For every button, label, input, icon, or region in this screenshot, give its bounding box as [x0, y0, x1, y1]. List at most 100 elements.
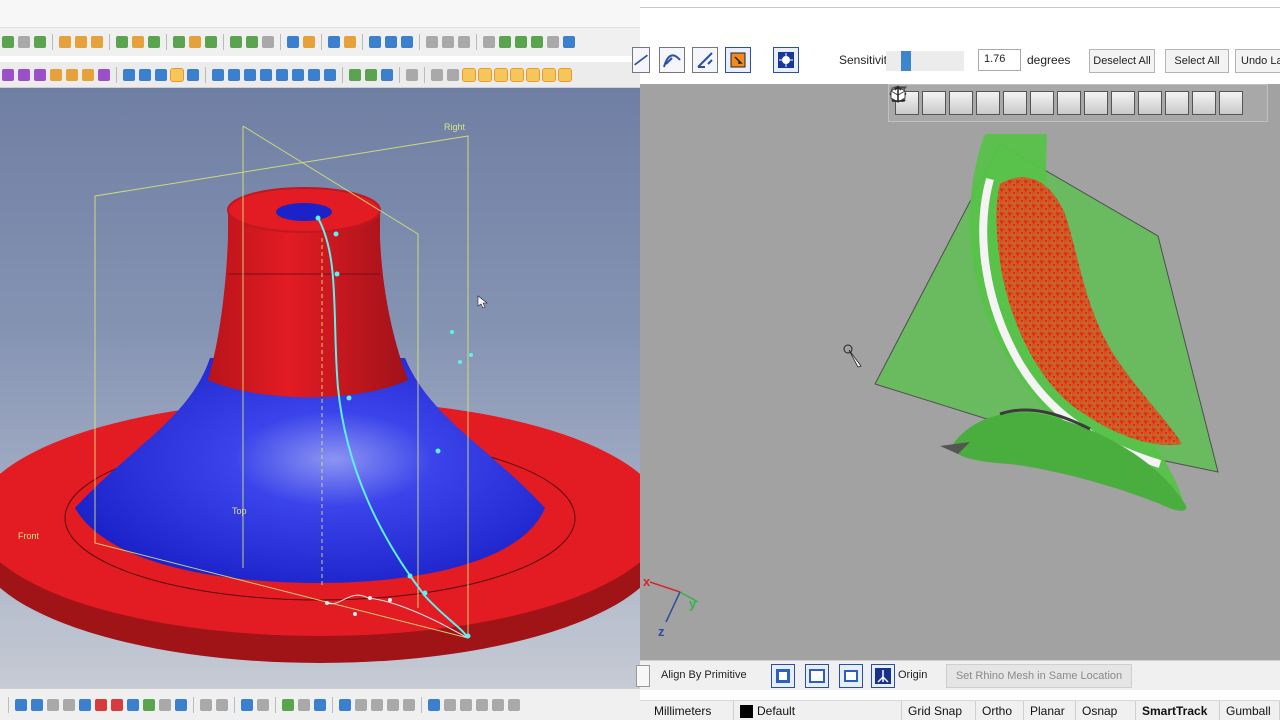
- ortho-toggle[interactable]: Ortho: [976, 701, 1024, 720]
- view-bottom-button[interactable]: [891, 87, 1189, 115]
- view-perspective-icon[interactable]: [170, 67, 184, 82]
- highlight-icon-1[interactable]: [462, 67, 476, 82]
- twist-icon[interactable]: [492, 698, 504, 711]
- xray-icon[interactable]: [276, 68, 288, 81]
- patch-tool-icon[interactable]: [148, 36, 160, 48]
- layer-on-icon[interactable]: [282, 698, 294, 711]
- group-tool-icon[interactable]: [241, 698, 253, 711]
- section-icon[interactable]: [406, 68, 418, 81]
- scale-tool-icon[interactable]: [515, 36, 527, 48]
- snap-center-icon[interactable]: [34, 68, 46, 81]
- deselect-all-button[interactable]: Deselect All: [1089, 49, 1155, 73]
- box-tool-icon[interactable]: [79, 698, 91, 711]
- view-right-icon[interactable]: [155, 68, 167, 81]
- undo-last-button[interactable]: Undo La: [1235, 49, 1280, 73]
- select-freeform-button[interactable]: [632, 47, 650, 73]
- highlight-icon-5[interactable]: [526, 67, 540, 82]
- view-front-icon[interactable]: [139, 68, 151, 81]
- set-rhino-mesh-button[interactable]: Set Rhino Mesh in Same Location: [946, 664, 1132, 688]
- layer-off-icon[interactable]: [298, 698, 310, 711]
- pen-icon[interactable]: [324, 68, 336, 81]
- view-top-button[interactable]: [889, 87, 1162, 115]
- orient-tool-icon[interactable]: [563, 36, 575, 48]
- shaded-icon[interactable]: [228, 68, 240, 81]
- extrude-tool-icon[interactable]: [59, 36, 71, 48]
- revolve-tool-icon[interactable]: [75, 36, 87, 48]
- highlight-icon-2[interactable]: [478, 67, 492, 82]
- view-top-icon[interactable]: [123, 68, 135, 81]
- zoom-button[interactable]: [890, 86, 946, 115]
- move-tool-icon[interactable]: [483, 36, 495, 48]
- copy-icon[interactable]: [387, 698, 399, 711]
- curve-tool-icon[interactable]: [2, 36, 14, 48]
- select-plane-button[interactable]: [692, 47, 718, 73]
- hide-icon[interactable]: [339, 698, 351, 711]
- view-front-button[interactable]: [891, 86, 1054, 115]
- view-axis-button[interactable]: [892, 86, 1243, 115]
- surface-tool-icon[interactable]: [143, 698, 155, 711]
- wireframe-icon[interactable]: [212, 68, 224, 81]
- flow-icon[interactable]: [460, 698, 472, 711]
- sensitivity-slider[interactable]: [886, 51, 964, 71]
- options-tool-icon[interactable]: [458, 36, 470, 48]
- array-tool-icon[interactable]: [547, 36, 559, 48]
- mesh-viewport[interactable]: x y z: [640, 84, 1280, 660]
- select-active-button[interactable]: [725, 47, 751, 73]
- line-tool-icon[interactable]: [18, 36, 30, 48]
- snap-vertex-icon[interactable]: [98, 68, 110, 81]
- units-panel[interactable]: Millimeters: [648, 701, 734, 720]
- trim-tool-icon[interactable]: [230, 36, 242, 48]
- sensitivity-value-input[interactable]: 1.76: [978, 49, 1021, 71]
- boolean-union-icon[interactable]: [287, 36, 299, 48]
- join-tool-icon[interactable]: [262, 36, 274, 48]
- box-red-tool-icon[interactable]: [95, 698, 107, 711]
- highlight-icon-6[interactable]: [542, 67, 556, 82]
- highlight-icon-3[interactable]: [494, 67, 508, 82]
- bend-icon[interactable]: [476, 698, 488, 711]
- snap-knot-icon[interactable]: [82, 68, 94, 81]
- split-tool-icon[interactable]: [246, 36, 258, 48]
- cylinder-red-tool-icon[interactable]: [111, 698, 123, 711]
- mesh-check-icon[interactable]: [349, 68, 361, 81]
- technical-icon[interactable]: [292, 68, 304, 81]
- pan-select-button[interactable]: [892, 86, 973, 115]
- boolean-difference-icon[interactable]: [303, 36, 315, 48]
- panel-handle[interactable]: [636, 665, 650, 687]
- history-icon[interactable]: [371, 698, 383, 711]
- origin-button[interactable]: [871, 664, 895, 688]
- shade-tool-icon[interactable]: [401, 36, 413, 48]
- snap-point-icon[interactable]: [50, 68, 62, 81]
- front-view-button[interactable]: [805, 664, 829, 688]
- transform-tool-icon[interactable]: [344, 36, 356, 48]
- layer-tool-icon[interactable]: [426, 36, 438, 48]
- left-3d-viewport[interactable]: Right Top Front: [0, 88, 640, 688]
- layer-panel[interactable]: Default: [734, 701, 902, 720]
- snap-end-icon[interactable]: [2, 68, 14, 81]
- ungroup-tool-icon[interactable]: [257, 698, 269, 711]
- analyze-tool-icon[interactable]: [369, 36, 381, 48]
- select-all-button[interactable]: Select All: [1165, 49, 1229, 73]
- view-iso-icon[interactable]: [187, 68, 199, 81]
- snap-mid-icon[interactable]: [18, 68, 30, 81]
- properties-tool-icon[interactable]: [442, 36, 454, 48]
- view-left-button[interactable]: [891, 86, 1108, 115]
- ghosted-icon[interactable]: [260, 68, 272, 81]
- taper-icon[interactable]: [508, 698, 520, 711]
- measure-icon[interactable]: [381, 68, 393, 81]
- explode-tool-icon[interactable]: [175, 698, 187, 711]
- dim-tool-icon[interactable]: [200, 698, 212, 711]
- rendered-icon[interactable]: [244, 68, 256, 81]
- blend-tool-icon[interactable]: [132, 36, 144, 48]
- mesh-tool-icon[interactable]: [328, 36, 340, 48]
- display-button[interactable]: [839, 664, 863, 688]
- sweep-tool-icon[interactable]: [91, 36, 103, 48]
- highlight-icon-4[interactable]: [510, 67, 524, 82]
- osnap-toggle[interactable]: Osnap: [1076, 701, 1136, 720]
- planar-toggle[interactable]: Planar: [1024, 701, 1076, 720]
- mesh-repair-icon[interactable]: [365, 68, 377, 81]
- plane-tool-icon[interactable]: [127, 698, 139, 711]
- point-tool-icon[interactable]: [34, 36, 46, 48]
- grid-icon[interactable]: [431, 68, 443, 81]
- view-back-button[interactable]: [892, 87, 1081, 115]
- cone-tool-icon[interactable]: [47, 698, 59, 711]
